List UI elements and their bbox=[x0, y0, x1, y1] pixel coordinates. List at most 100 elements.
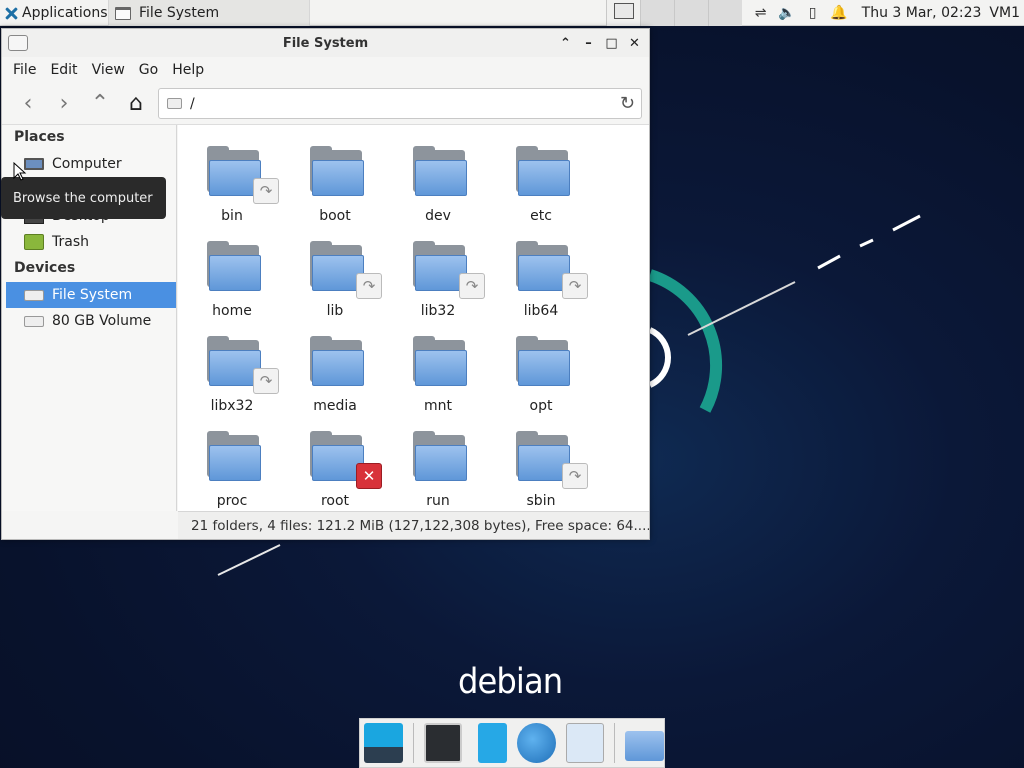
parent-folder-button[interactable]: ⌃ bbox=[82, 86, 118, 122]
network-icon[interactable]: ⇌ bbox=[748, 0, 774, 26]
folder-icon bbox=[310, 336, 366, 388]
xfce-logo-icon bbox=[4, 6, 18, 20]
folder-item[interactable]: ↷ libx32 bbox=[182, 326, 282, 416]
folder-label: sbin bbox=[526, 493, 556, 509]
sidebar-item-trash[interactable]: Trash bbox=[6, 229, 176, 255]
folder-label: mnt bbox=[424, 398, 452, 414]
folder-label: opt bbox=[529, 398, 553, 414]
taskbar-window-label: File System bbox=[139, 5, 220, 21]
close-button[interactable]: ✕ bbox=[626, 33, 643, 53]
folder-icon: ↷ bbox=[310, 241, 382, 299]
workspace-3[interactable] bbox=[674, 0, 708, 26]
folder-label: media bbox=[313, 398, 357, 414]
hostname-label: VM1 bbox=[989, 5, 1020, 21]
web-browser-icon[interactable] bbox=[517, 723, 556, 763]
folder-item[interactable]: home bbox=[182, 231, 282, 321]
folder-item[interactable]: ↷ sbin bbox=[491, 421, 591, 511]
folder-label: proc bbox=[216, 493, 248, 509]
folder-item[interactable]: ↷ lib32 bbox=[388, 231, 488, 321]
battery-icon[interactable]: ▯ bbox=[800, 0, 826, 26]
applications-menu-button[interactable]: Applications ⁝ bbox=[0, 0, 120, 26]
workspace-1[interactable] bbox=[606, 0, 640, 26]
file-manager-icon[interactable] bbox=[478, 723, 508, 763]
folder-label: dev bbox=[425, 208, 451, 224]
folder-icon bbox=[516, 336, 572, 388]
folder-icon: ↷ bbox=[207, 336, 279, 394]
drive-icon bbox=[8, 35, 28, 51]
no-access-emblem-icon: ✕ bbox=[356, 463, 382, 489]
sidebar-item-computer[interactable]: Computer bbox=[6, 151, 176, 177]
sidebar-item-80gb-volume[interactable]: 80 GB Volume bbox=[6, 308, 176, 334]
folder-item[interactable]: ↷ lib bbox=[285, 231, 385, 321]
taskbar-window-button[interactable]: File System bbox=[108, 0, 310, 26]
app-finder-icon[interactable] bbox=[565, 723, 605, 763]
volume-icon[interactable]: 🔈 bbox=[774, 0, 800, 26]
symlink-emblem-icon: ↷ bbox=[562, 463, 588, 489]
folder-item[interactable]: proc bbox=[182, 421, 282, 511]
reload-icon[interactable]: ↻ bbox=[620, 93, 635, 114]
workspace-2[interactable] bbox=[640, 0, 674, 26]
folder-icon bbox=[516, 146, 572, 198]
window-icon bbox=[115, 6, 131, 20]
menu-edit[interactable]: Edit bbox=[43, 62, 84, 78]
terminal-icon[interactable] bbox=[423, 723, 463, 763]
menu-help[interactable]: Help bbox=[165, 62, 211, 78]
folder-item[interactable]: opt bbox=[491, 326, 591, 416]
folder-item[interactable]: mnt bbox=[388, 326, 488, 416]
folder-icon[interactable] bbox=[625, 731, 664, 761]
symlink-emblem-icon: ↷ bbox=[459, 273, 485, 299]
folder-icon bbox=[413, 431, 469, 483]
window-titlebar[interactable]: File System ⌃ – □ ✕ bbox=[2, 29, 649, 57]
folder-item[interactable]: dev bbox=[388, 136, 488, 226]
symlink-emblem-icon: ↷ bbox=[562, 273, 588, 299]
folder-item[interactable]: boot bbox=[285, 136, 385, 226]
sidebar-item-label: Computer bbox=[52, 156, 122, 172]
shade-button[interactable]: ⌃ bbox=[557, 33, 574, 53]
trash-icon bbox=[24, 234, 44, 250]
location-bar[interactable]: / ↻ bbox=[158, 88, 642, 119]
sidebar-item-label: File System bbox=[52, 287, 133, 303]
places-heading: Places bbox=[14, 129, 65, 145]
folder-label: bin bbox=[221, 208, 243, 224]
file-manager-window: File System ⌃ – □ ✕ File Edit View Go He… bbox=[1, 28, 650, 540]
folder-label: run bbox=[426, 493, 450, 509]
computer-icon bbox=[24, 158, 44, 170]
menu-view[interactable]: View bbox=[85, 62, 132, 78]
maximize-button[interactable]: □ bbox=[603, 33, 620, 53]
folder-label: libx32 bbox=[210, 398, 254, 414]
folder-label: root bbox=[320, 493, 350, 509]
debian-logo: debian bbox=[458, 662, 563, 702]
minimize-button[interactable]: – bbox=[580, 33, 597, 53]
workspace-4[interactable] bbox=[708, 0, 742, 26]
drive-icon bbox=[167, 98, 182, 109]
drive-icon bbox=[24, 289, 44, 301]
sidebar-item-label: 80 GB Volume bbox=[52, 313, 152, 329]
folder-item[interactable]: media bbox=[285, 326, 385, 416]
symlink-emblem-icon: ↷ bbox=[356, 273, 382, 299]
folder-item[interactable]: ↷ lib64 bbox=[491, 231, 591, 321]
notification-bell-icon[interactable]: 🔔 bbox=[826, 0, 852, 26]
folder-item[interactable]: ✕ root bbox=[285, 421, 385, 511]
folder-icon bbox=[413, 336, 469, 388]
show-desktop-icon[interactable] bbox=[364, 723, 403, 763]
forward-button[interactable]: › bbox=[46, 86, 82, 122]
folder-item[interactable]: etc bbox=[491, 136, 591, 226]
dock-separator bbox=[614, 723, 616, 763]
sidebar-item-file-system[interactable]: File System bbox=[6, 282, 176, 308]
menu-file[interactable]: File bbox=[6, 62, 43, 78]
tooltip: Browse the computer bbox=[1, 177, 166, 219]
back-button[interactable]: ‹ bbox=[10, 86, 46, 122]
workspace-window-thumbnail bbox=[613, 3, 634, 19]
symlink-emblem-icon: ↷ bbox=[253, 368, 279, 394]
folder-icon bbox=[207, 431, 263, 483]
workspace-switcher bbox=[606, 0, 742, 26]
sidebar-item-label: Trash bbox=[52, 234, 89, 250]
drive-icon bbox=[24, 315, 44, 327]
menu-go[interactable]: Go bbox=[132, 62, 165, 78]
clock[interactable]: Thu 3 Mar, 02:23 bbox=[852, 5, 990, 21]
folder-item[interactable]: ↷ bin bbox=[182, 136, 282, 226]
folder-item[interactable]: run bbox=[388, 421, 488, 511]
folder-label: home bbox=[212, 303, 252, 319]
symlink-emblem-icon: ↷ bbox=[253, 178, 279, 204]
home-button[interactable]: ⌂ bbox=[118, 86, 154, 122]
